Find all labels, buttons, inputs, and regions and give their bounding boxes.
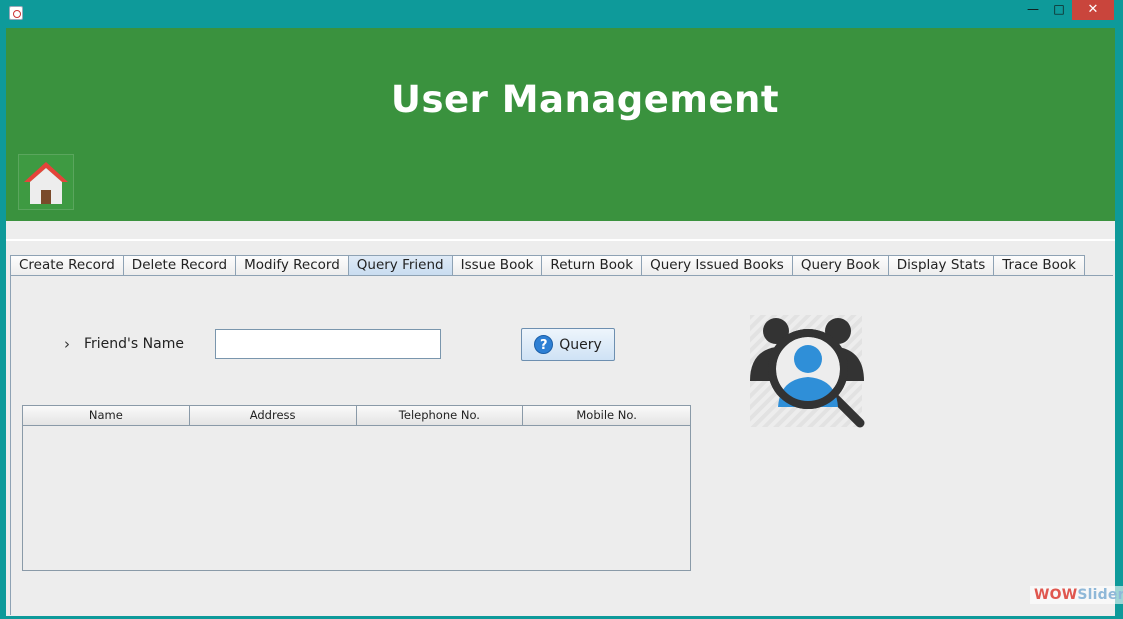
- results-table[interactable]: Name Address Telephone No. Mobile No.: [22, 405, 691, 571]
- column-header-name[interactable]: Name: [23, 406, 190, 426]
- banner-divider: [6, 239, 1115, 241]
- column-header-mobile[interactable]: Mobile No.: [523, 406, 690, 426]
- tab-bar: Create Record Delete Record Modify Recor…: [10, 255, 1085, 276]
- page-title: User Management: [390, 78, 780, 121]
- friend-name-input[interactable]: [215, 329, 441, 359]
- header-banner: User Management: [6, 28, 1115, 221]
- tab-modify-record[interactable]: Modify Record: [235, 255, 349, 276]
- tab-delete-record[interactable]: Delete Record: [122, 255, 237, 276]
- column-header-telephone[interactable]: Telephone No.: [356, 406, 524, 426]
- maximize-button[interactable]: □: [1048, 0, 1070, 20]
- minimize-button[interactable]: —: [1022, 0, 1044, 20]
- window-titlebar: — □ ✕: [0, 0, 1123, 27]
- table-header: Name Address Telephone No. Mobile No.: [23, 406, 690, 426]
- tab-query-book[interactable]: Query Book: [791, 255, 889, 276]
- tab-return-book[interactable]: Return Book: [541, 255, 643, 276]
- close-button[interactable]: ✕: [1072, 0, 1114, 20]
- chevron-right-icon: ›: [64, 335, 70, 353]
- tab-trace-book[interactable]: Trace Book: [993, 255, 1085, 276]
- help-icon: ?: [534, 335, 554, 354]
- tab-issue-book[interactable]: Issue Book: [451, 255, 543, 276]
- wowslider-watermark: WOWSlider: [1030, 586, 1123, 604]
- column-header-address[interactable]: Address: [189, 406, 357, 426]
- query-button-label: Query: [559, 336, 602, 353]
- friend-name-label: Friend's Name: [84, 336, 184, 352]
- watermark-part-2: Slider: [1077, 587, 1123, 603]
- java-app-icon: [9, 6, 23, 20]
- tab-display-stats[interactable]: Display Stats: [887, 255, 995, 276]
- people-search-icon: [750, 315, 865, 428]
- home-button[interactable]: [18, 154, 74, 210]
- query-button[interactable]: ? Query: [521, 328, 615, 361]
- tab-query-friend[interactable]: Query Friend: [347, 255, 453, 276]
- tab-query-issued-books[interactable]: Query Issued Books: [641, 255, 793, 276]
- main-frame: User Management Create Record Delete Rec…: [6, 28, 1123, 616]
- watermark-part-1: WOW: [1034, 587, 1078, 603]
- home-icon: [24, 162, 68, 204]
- tab-create-record[interactable]: Create Record: [10, 255, 124, 276]
